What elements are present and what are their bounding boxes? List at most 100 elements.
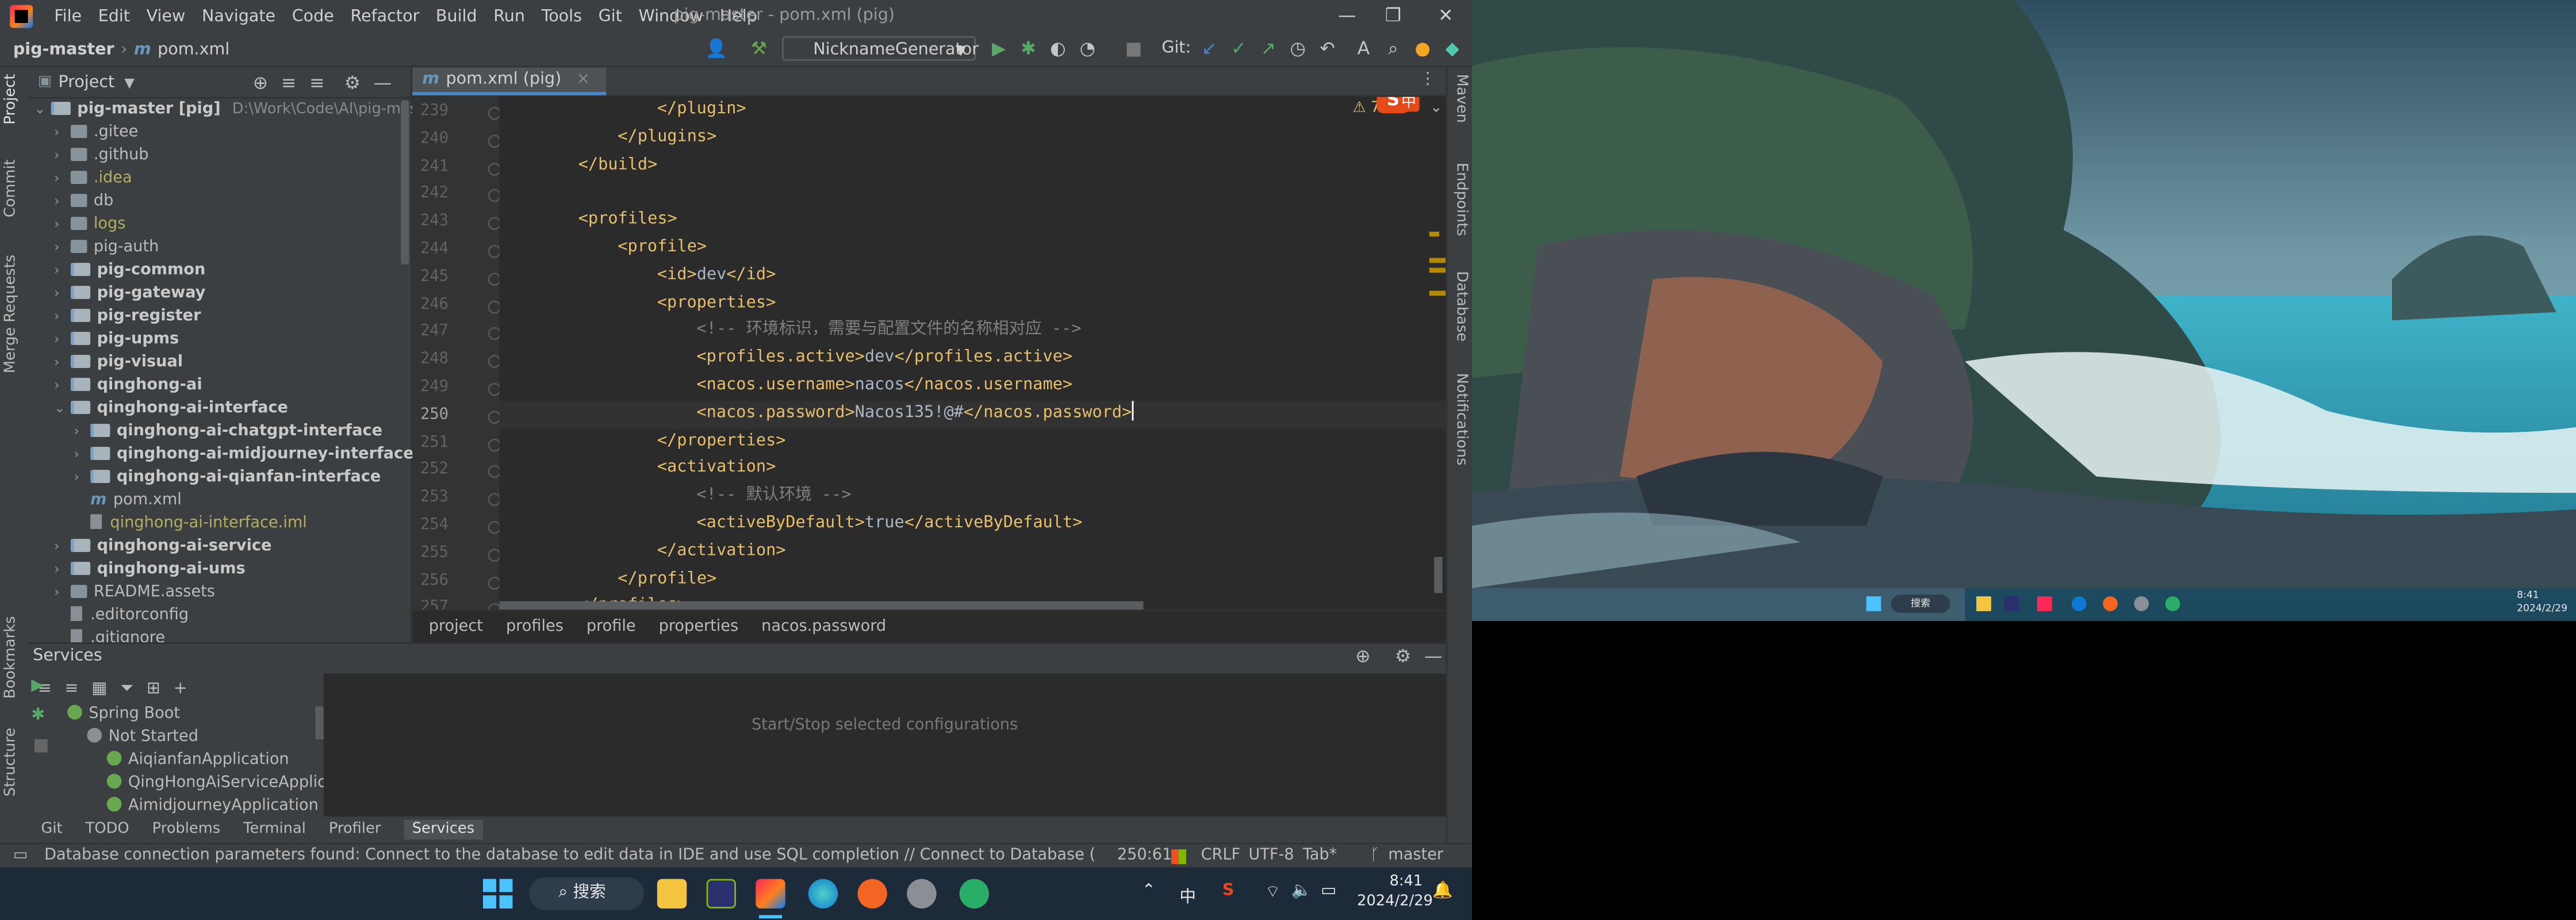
status-panel-icon[interactable]: ▭: [13, 845, 28, 868]
wifi-icon[interactable]: ⌔: [1265, 882, 1281, 903]
menu-edit[interactable]: Edit: [90, 7, 138, 25]
tree-item[interactable]: › pig-visual: [54, 351, 183, 374]
locate-icon[interactable]: ⊕: [253, 71, 268, 93]
menu-build[interactable]: Build: [428, 7, 485, 25]
status-message[interactable]: Database connection parameters found: Co…: [44, 845, 1096, 868]
stop-icon[interactable]: ■: [1121, 36, 1147, 63]
collapse-all-icon[interactable]: ≡: [309, 71, 324, 93]
tool-tab-project[interactable]: Project: [3, 74, 20, 125]
gear-icon[interactable]: ⚙: [344, 71, 361, 93]
mini-wechat-icon[interactable]: [2165, 596, 2180, 611]
tool-tab-endpoints[interactable]: Endpoints: [1452, 163, 1469, 236]
bottom-tab-todo[interactable]: TODO: [86, 822, 129, 838]
debug-icon[interactable]: ✱: [1015, 36, 1042, 63]
tree-item[interactable]: › .idea: [54, 167, 132, 190]
error-stripe-mark[interactable]: [1429, 231, 1439, 237]
chevron-right-icon[interactable]: ›: [54, 213, 71, 236]
code-line[interactable]: <nacos.username>nacos</nacos.username>: [696, 373, 1072, 401]
code-line[interactable]: <activeByDefault>true</activeByDefault>: [696, 511, 1082, 539]
tool-tab-commit[interactable]: Commit: [3, 159, 20, 217]
service-tree-item[interactable]: Spring Boot: [67, 703, 180, 726]
translate-icon[interactable]: A: [1351, 36, 1377, 63]
code-line[interactable]: </plugin>: [657, 97, 746, 125]
menu-refactor[interactable]: Refactor: [342, 7, 427, 25]
chevron-right-icon[interactable]: ›: [54, 144, 71, 167]
expand-all-icon[interactable]: ≡: [281, 71, 296, 93]
tree-item[interactable]: › .github: [54, 144, 148, 167]
update-icon[interactable]: ●: [1409, 36, 1436, 63]
chevron-right-icon[interactable]: ›: [54, 374, 71, 397]
stop-service-icon[interactable]: [34, 739, 48, 753]
ime-indicator[interactable]: 中: [1179, 882, 1196, 907]
chevron-right-icon[interactable]: ›: [54, 282, 71, 305]
battery-icon[interactable]: ▭: [1321, 882, 1336, 900]
code-editor[interactable]: </plugin> </plugins> </build> <profiles> <pr…: [499, 97, 1446, 610]
chevron-right-icon[interactable]: ›: [54, 351, 71, 374]
breadcrumb-profile[interactable]: profile: [586, 618, 636, 635]
scrollbar[interactable]: [401, 100, 409, 265]
git-push-icon[interactable]: ↗: [1255, 36, 1282, 63]
volume-icon[interactable]: 🔈: [1291, 882, 1312, 900]
menu-code[interactable]: Code: [283, 7, 342, 25]
maximize-button[interactable]: ❐: [1380, 3, 1406, 30]
mini-intellij-icon[interactable]: [2037, 596, 2052, 611]
start-button[interactable]: [483, 879, 513, 908]
tree-item[interactable]: › logs: [54, 213, 125, 236]
hide-panel-icon[interactable]: —: [1424, 646, 1442, 667]
filter-icon[interactable]: ⏷: [120, 679, 133, 697]
code-line[interactable]: </activation>: [657, 539, 786, 566]
chevron-right-icon[interactable]: ›: [54, 190, 71, 213]
chevron-right-icon[interactable]: ›: [74, 443, 91, 466]
run-configuration-select[interactable]: NicknameGenerator ▼: [782, 36, 979, 61]
tree-item[interactable]: ⌄ qinghong-ai-interface: [54, 397, 288, 420]
mini-settings-icon[interactable]: [2134, 596, 2149, 611]
chevron-right-icon[interactable]: ›: [54, 121, 71, 144]
code-line[interactable]: </properties>: [657, 428, 786, 456]
tree-item[interactable]: › qinghong-ai: [54, 374, 202, 397]
hide-panel-icon[interactable]: —: [374, 71, 392, 93]
add-service-icon[interactable]: +: [174, 679, 187, 697]
code-line[interactable]: </profile>: [618, 566, 716, 594]
service-tree-item[interactable]: QingHongAiServiceApplica: [106, 772, 336, 795]
intellij-logo-icon[interactable]: [10, 5, 33, 28]
history-icon[interactable]: ◷: [1285, 36, 1311, 63]
tree-item[interactable]: › pig-register: [54, 305, 201, 328]
tree-item[interactable]: › pig-common: [54, 259, 205, 282]
mini-search[interactable]: 搜索: [1891, 595, 1950, 613]
code-line[interactable]: <!-- 默认环境 -->: [696, 484, 851, 511]
tree-item[interactable]: › pig-auth: [54, 236, 159, 259]
settings-icon[interactable]: [907, 879, 937, 908]
code-line[interactable]: <profiles.active>dev</profiles.active>: [696, 346, 1072, 373]
code-line[interactable]: <profile>: [618, 235, 707, 263]
chevron-right-icon[interactable]: ›: [54, 305, 71, 328]
debug-service-icon[interactable]: ✱: [31, 707, 54, 724]
edge-icon[interactable]: [808, 879, 838, 908]
git-commit-icon[interactable]: ✓: [1225, 36, 1252, 63]
menu-file[interactable]: File: [46, 7, 90, 25]
more-options-icon[interactable]: ⋮: [1420, 71, 1436, 89]
chevron-right-icon[interactable]: ›: [74, 420, 91, 443]
run-icon[interactable]: ▶: [986, 36, 1012, 63]
line-separator[interactable]: CRLF: [1201, 845, 1241, 868]
tree-item[interactable]: › qinghong-ai-midjourney-interface: [74, 443, 414, 466]
horizontal-scrollbar[interactable]: [499, 601, 1144, 610]
tab-pom-xml[interactable]: m pom.xml (pig) ×: [412, 67, 607, 95]
tree-root[interactable]: ⌄ pig-master [pig] D:\Work\Code\AI\pig-ma…: [34, 98, 439, 121]
new-tab-icon[interactable]: ⊞: [147, 679, 160, 697]
user-icon[interactable]: 👤: [703, 36, 730, 63]
tool-tab-bookmarks[interactable]: Bookmarks: [3, 616, 20, 699]
notification-bell-icon[interactable]: 🔔: [1432, 882, 1453, 900]
chevron-down-icon[interactable]: ⌄: [1430, 100, 1443, 117]
minimize-button[interactable]: —: [1334, 3, 1360, 30]
project-view-select[interactable]: Project: [58, 73, 114, 91]
chevron-down-icon[interactable]: ⌄: [54, 397, 71, 420]
tree-item[interactable]: qinghong-ai-interface.iml: [74, 512, 307, 535]
bottom-tab-services[interactable]: Services: [404, 819, 483, 839]
service-tree-item[interactable]: AiqianfanApplication: [106, 749, 289, 772]
code-line[interactable]: <activation>: [657, 456, 776, 484]
tree-item[interactable]: › README.assets: [54, 581, 215, 604]
collapse-all-icon[interactable]: ≡: [65, 679, 79, 697]
gear-icon[interactable]: ⚙: [1395, 646, 1411, 667]
chevron-down-icon[interactable]: ▼: [124, 75, 135, 90]
coverage-icon[interactable]: ◐: [1045, 36, 1071, 63]
